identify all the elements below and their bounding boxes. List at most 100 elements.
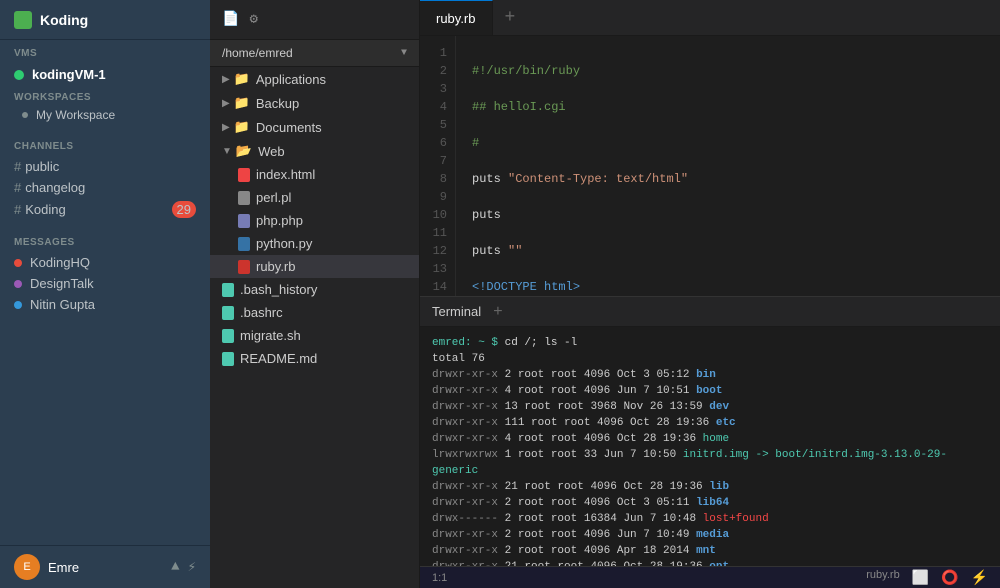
- tree-file-perl-pl[interactable]: perl.pl: [210, 186, 419, 209]
- tree-file-readme[interactable]: README.md: [210, 347, 419, 370]
- vm-status-dot: [14, 70, 24, 80]
- channel-name: changelog: [25, 180, 85, 195]
- tree-item-label: .bashrc: [240, 305, 283, 320]
- terminal-icon[interactable]: ⬜: [912, 569, 929, 586]
- terminal-content[interactable]: emred: ~ $ cd /; ls -l total 76 drwxr-xr…: [420, 327, 1000, 566]
- add-tab-button[interactable]: +: [493, 0, 528, 36]
- user-status-dot: [14, 280, 22, 288]
- lightning-icon[interactable]: ⚡: [188, 559, 196, 576]
- line-numbers: 12345 678910 1112131415 16171819: [420, 36, 456, 296]
- tree-file-ruby[interactable]: ruby.rb: [210, 255, 419, 278]
- tree-file-bash-history[interactable]: .bash_history: [210, 278, 419, 301]
- channels-label: CHANNELS: [0, 133, 210, 156]
- settings-status-icon[interactable]: ⚡: [971, 569, 988, 586]
- code-content: #!/usr/bin/ruby ## helloI.cgi # puts "Co…: [456, 36, 1000, 296]
- tree-file-index-html[interactable]: index.html: [210, 163, 419, 186]
- github-icon[interactable]: ⭕: [941, 569, 958, 586]
- file-type-icon: [222, 329, 234, 343]
- message-designtalk[interactable]: DesignTalk: [0, 273, 210, 294]
- main-area: ruby.rb + 12345 678910 1112131415 161718…: [420, 0, 1000, 588]
- vm-item[interactable]: kodingVM-1: [0, 63, 210, 86]
- terminal-add-tab[interactable]: +: [481, 303, 515, 321]
- message-user-name: Nitin Gupta: [30, 297, 95, 312]
- editor-pane: 12345 678910 1112131415 16171819 #!/usr/…: [420, 36, 1000, 296]
- file-type-icon: [222, 352, 234, 366]
- folder-icon: 📁: [234, 95, 250, 111]
- koding-logo: [14, 11, 32, 29]
- filetree-icons: 📄 ⚙: [222, 11, 258, 28]
- tree-folder-documents[interactable]: ▶ 📁 Documents: [210, 115, 419, 139]
- file-type-icon: [222, 306, 234, 320]
- file-type-icon: [238, 168, 250, 182]
- sidebar-footer: E Emre ▲ ⚡: [0, 545, 210, 588]
- tree-file-python[interactable]: python.py: [210, 232, 419, 255]
- tree-item-label: python.py: [256, 236, 312, 251]
- tree-folder-applications[interactable]: ▶ 📁 Applications: [210, 67, 419, 91]
- tree-folder-backup[interactable]: ▶ 📁 Backup: [210, 91, 419, 115]
- messages-section: MESSAGES KodingHQ DesignTalk Nitin Gupta: [0, 229, 210, 315]
- tree-file-bashrc[interactable]: .bashrc: [210, 301, 419, 324]
- tree-item-label: migrate.sh: [240, 328, 301, 343]
- editor-content[interactable]: 12345 678910 1112131415 16171819 #!/usr/…: [420, 36, 1000, 296]
- sidebar-header: Koding: [0, 0, 210, 40]
- settings-icon[interactable]: ⚙: [249, 11, 257, 28]
- status-position: 1:1: [432, 572, 447, 584]
- app-title: Koding: [40, 12, 88, 28]
- tree-item-label: README.md: [240, 351, 317, 366]
- message-user-name: DesignTalk: [30, 276, 94, 291]
- sidebar: Koding VMS kodingVM-1 WORKSPACES My Work…: [0, 0, 210, 588]
- arrow-up-icon[interactable]: ▲: [171, 559, 179, 576]
- file-type-icon: [238, 237, 250, 251]
- hash-icon: #: [14, 159, 21, 174]
- terminal-tab[interactable]: Terminal: [432, 304, 481, 319]
- tab-ruby-rb[interactable]: ruby.rb: [420, 0, 493, 35]
- user-status-dot: [14, 301, 22, 309]
- folder-arrow-icon: ▶: [222, 122, 230, 133]
- vm-name: kodingVM-1: [32, 67, 106, 82]
- tree-item-label: Documents: [256, 120, 322, 135]
- file-tree-panel: 📄 ⚙ /home/emred ▼ ▶ 📁 Applications ▶ 📁 B…: [210, 0, 420, 588]
- channels-section: CHANNELS # public # changelog # Koding 2…: [0, 133, 210, 221]
- channel-public[interactable]: # public: [0, 156, 210, 177]
- status-right: ruby.rb ⬜ ⭕ ⚡: [866, 569, 988, 586]
- user-avatar: E: [14, 554, 40, 580]
- folder-arrow-expanded-icon: ▼: [222, 146, 232, 157]
- tree-item-label: index.html: [256, 167, 315, 182]
- tree-item-label: Backup: [256, 96, 299, 111]
- tree-item-label: .bash_history: [240, 282, 317, 297]
- folder-arrow-icon: ▶: [222, 74, 230, 85]
- tree-file-migrate[interactable]: migrate.sh: [210, 324, 419, 347]
- user-info: E Emre: [14, 554, 79, 580]
- tree-item-label: Applications: [256, 72, 326, 87]
- terminal-pane: Terminal + emred: ~ $ cd /; ls -l total …: [420, 296, 1000, 566]
- file-icon[interactable]: 📄: [222, 11, 239, 28]
- path-arrow-icon: ▼: [401, 48, 407, 59]
- folder-arrow-icon: ▶: [222, 98, 230, 109]
- tree-item-label: php.php: [256, 213, 303, 228]
- message-kodinghq[interactable]: KodingHQ: [0, 252, 210, 273]
- workspace-name: My Workspace: [36, 108, 115, 122]
- path-bar: /home/emred ▼: [210, 40, 419, 67]
- tree-file-php[interactable]: php.php: [210, 209, 419, 232]
- tab-label: ruby.rb: [436, 11, 476, 26]
- messages-label: MESSAGES: [0, 229, 210, 252]
- status-bar: 1:1 ruby.rb ⬜ ⭕ ⚡: [420, 566, 1000, 588]
- current-path: /home/emred: [222, 46, 293, 60]
- footer-icons: ▲ ⚡: [171, 559, 196, 576]
- user-status-dot: [14, 259, 22, 267]
- channel-name: Koding: [25, 202, 65, 217]
- hash-icon: #: [14, 202, 21, 217]
- workspace-item[interactable]: My Workspace: [0, 105, 210, 125]
- message-nitin[interactable]: Nitin Gupta: [0, 294, 210, 315]
- file-type-icon: [238, 260, 250, 274]
- workspaces-label: WORKSPACES: [0, 86, 210, 105]
- tree-item-label: ruby.rb: [256, 259, 296, 274]
- tree-folder-web[interactable]: ▼ 📂 Web: [210, 139, 419, 163]
- file-tree-content: ▶ 📁 Applications ▶ 📁 Backup ▶ 📁 Document…: [210, 67, 419, 588]
- current-user-name: Emre: [48, 560, 79, 575]
- folder-icon: 📁: [234, 71, 250, 87]
- channel-changelog[interactable]: # changelog: [0, 177, 210, 198]
- channel-koding[interactable]: # Koding 29: [0, 198, 210, 221]
- tree-item-label: Web: [258, 144, 285, 159]
- terminal-header: Terminal +: [420, 297, 1000, 327]
